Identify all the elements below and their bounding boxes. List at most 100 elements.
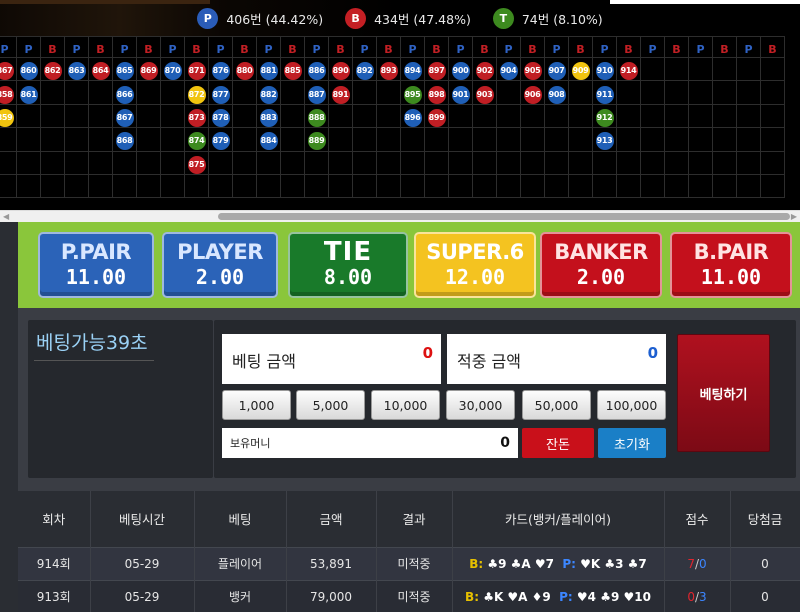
chip-5000-button[interactable]: 5,000 bbox=[296, 390, 365, 420]
road-result-ball: 882 bbox=[259, 85, 278, 104]
road-header-letter: B bbox=[96, 42, 105, 56]
change-button[interactable]: 잔돈 bbox=[522, 428, 594, 458]
road-cell: 868 bbox=[112, 127, 137, 152]
road-cell bbox=[232, 103, 257, 129]
ppair-bet-button[interactable]: P.PAIR 11.00 bbox=[38, 232, 154, 298]
road-cell bbox=[376, 80, 401, 105]
history-table: 회차 베팅시간 베팅 금액 결과 카드(뱅커/플레이어) 점수 당첨금 914회… bbox=[18, 491, 800, 612]
road-cell bbox=[64, 103, 89, 129]
road-cell: 898 bbox=[424, 80, 449, 105]
road-header-cell: B bbox=[280, 36, 305, 58]
road-header-cell: P bbox=[0, 36, 17, 58]
road-cell bbox=[592, 150, 617, 175]
betting-timer: 베팅가능39초 bbox=[36, 332, 148, 354]
baccarat-screen: P 406번 (44.42%) B 434번 (47.48%) T 74번 (8… bbox=[0, 0, 800, 612]
balance-value: 0 bbox=[500, 435, 510, 451]
scroll-left-icon[interactable]: ◀ bbox=[3, 212, 9, 221]
road-grid: PPBPBPBPBPBPBPBPBPBPBPBPBPBPBPBPB8678608… bbox=[0, 36, 785, 199]
tie-bet-button[interactable]: TIE 8.00 bbox=[288, 232, 408, 298]
chip-30000-button[interactable]: 30,000 bbox=[446, 390, 515, 420]
road-header-letter: B bbox=[528, 42, 537, 56]
road-result-ball: 895 bbox=[403, 85, 422, 104]
col-result: 결과 bbox=[376, 491, 453, 547]
road-header-letter: P bbox=[552, 42, 561, 56]
timer-box: 베팅가능39초 bbox=[28, 320, 213, 478]
tie-stat: T 74번 (8.10%) bbox=[492, 8, 603, 29]
road-cell bbox=[88, 127, 113, 152]
road-cell: 888 bbox=[304, 103, 329, 129]
scroll-right-icon[interactable]: ▶ bbox=[791, 212, 797, 221]
road-header-letter: P bbox=[24, 42, 33, 56]
banker-bet-button[interactable]: BANKER 2.00 bbox=[540, 232, 662, 298]
col-payout: 당첨금 bbox=[730, 491, 800, 547]
road-cell bbox=[88, 80, 113, 105]
road-cell: 906 bbox=[520, 80, 545, 105]
col-score: 점수 bbox=[664, 491, 731, 547]
road-header-letter: B bbox=[576, 42, 585, 56]
road-result-ball: 911 bbox=[595, 85, 614, 104]
road-header-cell: P bbox=[736, 36, 761, 58]
road-header-letter: B bbox=[48, 42, 57, 56]
road-cell: 892 bbox=[352, 56, 377, 82]
chip-1000-button[interactable]: 1,000 bbox=[222, 390, 291, 420]
road-cell: 889 bbox=[304, 127, 329, 152]
road-cell: 903 bbox=[472, 80, 497, 105]
road-cell bbox=[664, 80, 689, 105]
result-cell: 미적중 bbox=[376, 546, 453, 580]
road-cell: 862 bbox=[40, 56, 65, 82]
road-result-ball: 893 bbox=[379, 62, 398, 81]
road-cell bbox=[712, 56, 737, 82]
road-cell bbox=[64, 80, 89, 105]
place-bet-button[interactable]: 베팅하기 bbox=[677, 334, 770, 452]
score-cell: 0/3 bbox=[664, 579, 731, 612]
road-cell bbox=[0, 150, 17, 175]
super6-name: SUPER.6 bbox=[426, 240, 524, 264]
road-scrollbar[interactable]: ◀ ▶ bbox=[0, 210, 800, 222]
tie-name: TIE bbox=[323, 237, 373, 267]
road-cell: 859 bbox=[0, 103, 17, 129]
road-header-cell: P bbox=[400, 36, 425, 58]
bpair-bet-button[interactable]: B.PAIR 11.00 bbox=[670, 232, 792, 298]
road-header-letter: P bbox=[360, 42, 369, 56]
road-header-letter: P bbox=[456, 42, 465, 56]
road-cell bbox=[256, 173, 281, 199]
col-bet-time: 베팅시간 bbox=[90, 491, 195, 547]
road-cell bbox=[472, 103, 497, 129]
bet-amount-field: 베팅 금액 0 bbox=[222, 334, 441, 384]
scroll-thumb[interactable] bbox=[218, 213, 790, 220]
road-cell: 861 bbox=[16, 80, 41, 105]
player-bet-button[interactable]: PLAYER 2.00 bbox=[162, 232, 278, 298]
banker-cards: ♣9 ♣A ♥7 bbox=[487, 556, 554, 571]
road-cell bbox=[136, 173, 161, 199]
road-header-cell: B bbox=[712, 36, 737, 58]
road-header-cell: P bbox=[592, 36, 617, 58]
road-cell bbox=[568, 103, 593, 129]
road-cell: 876 bbox=[208, 56, 233, 82]
road-cell: 883 bbox=[256, 103, 281, 129]
road-cell: 871 bbox=[184, 56, 209, 82]
chip-100000-button[interactable]: 100,000 bbox=[597, 390, 666, 420]
road-cell: 885 bbox=[280, 56, 305, 82]
road-result-ball: 886 bbox=[307, 62, 326, 81]
road-cell bbox=[280, 127, 305, 152]
bet-history: 회차 베팅시간 베팅 금액 결과 카드(뱅커/플레이어) 점수 당첨금 914회… bbox=[18, 491, 800, 612]
road-cell: 902 bbox=[472, 56, 497, 82]
road-header-letter: B bbox=[768, 42, 777, 56]
chip-10000-button[interactable]: 10,000 bbox=[371, 390, 440, 420]
road-cell bbox=[736, 150, 761, 175]
reset-button[interactable]: 초기화 bbox=[598, 428, 666, 458]
road-cell bbox=[280, 103, 305, 129]
road-result-ball: 891 bbox=[331, 85, 350, 104]
super6-bet-button[interactable]: SUPER.6 12.00 bbox=[414, 232, 536, 298]
road-cell: 866 bbox=[112, 80, 137, 105]
cards-cell: B: ♣9 ♣A ♥7 P: ♥K ♣3 ♣7 bbox=[452, 546, 665, 580]
road-result-ball: 902 bbox=[475, 62, 494, 81]
road-cell bbox=[640, 173, 665, 199]
chip-50000-button[interactable]: 50,000 bbox=[522, 390, 591, 420]
road-header-letter: B bbox=[288, 42, 297, 56]
road-header-letter: P bbox=[0, 42, 9, 56]
road-header-letter: P bbox=[648, 42, 657, 56]
road-header-letter: B bbox=[384, 42, 393, 56]
road-result-ball: 890 bbox=[331, 62, 350, 81]
road-cell bbox=[424, 127, 449, 152]
